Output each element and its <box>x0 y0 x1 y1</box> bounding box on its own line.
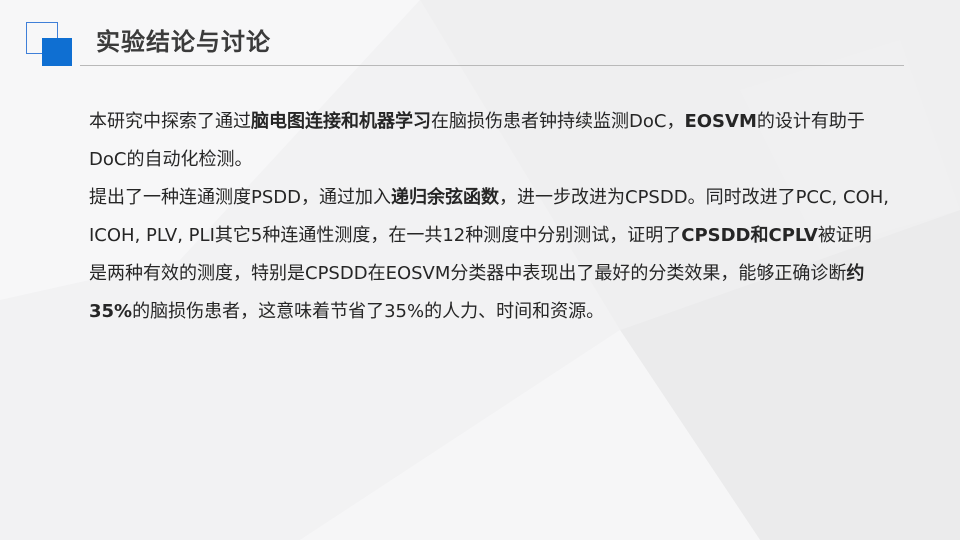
title-square-filled <box>42 38 72 66</box>
paragraph-1-text-1: 本研究中探索了通过 <box>89 111 251 132</box>
slide-header: 实验结论与讨论 <box>0 0 960 70</box>
paragraph-2-bold-2: CPSDD和CPLV <box>681 225 818 246</box>
paragraph-1-text-2: 在脑损伤患者钟持续监测DoC， <box>431 111 685 132</box>
paragraph-1: 本研究中探索了通过脑电图连接和机器学习在脑损伤患者钟持续监测DoC，EOSVM的… <box>89 103 889 179</box>
paragraph-2: 提出了一种连通测度PSDD，通过加入递归余弦函数，进一步改进为CPSDD。同时改… <box>89 179 889 331</box>
title-divider <box>80 65 904 66</box>
slide-body: 本研究中探索了通过脑电图连接和机器学习在脑损伤患者钟持续监测DoC，EOSVM 的… <box>89 103 889 331</box>
paragraph-2-text-4: 的脑损伤患者，这意味着节省了35%的人力、时间和资源。 <box>132 301 605 322</box>
paragraph-1-bold-1: 脑电图连接和机器学习 <box>251 111 431 132</box>
paragraph-1-bold-2: EOSVM <box>684 111 757 132</box>
paragraph-2-bold-1: 递归余弦函数 <box>391 187 499 208</box>
slide-title: 实验结论与讨论 <box>96 28 271 56</box>
paragraph-2-text-1: 提出了一种连通测度PSDD，通过加入 <box>89 187 391 208</box>
